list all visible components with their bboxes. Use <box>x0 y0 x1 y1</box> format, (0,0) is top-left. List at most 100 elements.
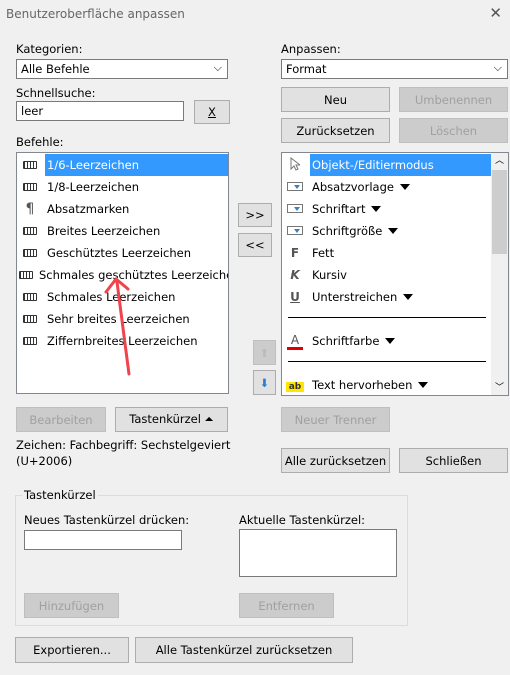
dropdown-arrow-icon <box>388 228 399 234</box>
command-label: 1/6-Leerzeichen <box>45 154 228 176</box>
commands-label: Befehle: <box>16 135 64 149</box>
search-input[interactable]: leer <box>16 101 184 121</box>
categories-value: Alle Befehle <box>21 62 90 76</box>
toolbar-item[interactable]: Schriftart <box>282 198 492 220</box>
new-separator-button[interactable]: Neuer Trenner <box>281 407 390 432</box>
close-button[interactable]: Schließen <box>399 448 508 473</box>
rename-button[interactable]: Umbenennen <box>399 87 508 112</box>
export-button[interactable]: Exportieren... <box>15 637 129 663</box>
command-label: Schmales Leerzeichen <box>47 290 176 304</box>
char-info-line1: Zeichen: Fachbegriff: Sechstelgeviert <box>16 438 231 452</box>
add-command-button[interactable]: >> <box>238 203 272 227</box>
keyboard-icon <box>19 312 41 326</box>
remove-command-button[interactable]: << <box>238 233 272 257</box>
reset-shortcuts-button[interactable]: Alle Tastenkürzel zurücksetzen <box>135 637 353 663</box>
underline-icon: U <box>290 290 300 304</box>
toolbar-item[interactable]: A Schriftfarbe <box>282 330 492 352</box>
categories-select[interactable]: Alle Befehle ⌵ <box>16 59 228 79</box>
move-up-button[interactable]: ⬆ <box>253 340 276 365</box>
command-item[interactable]: Sehr breites Leerzeichen <box>17 308 228 330</box>
toolbar-item-label: Kursiv <box>312 268 347 282</box>
toolbar-item[interactable]: ab Text hervorheben <box>282 374 492 395</box>
reset-button[interactable]: Zurücksetzen <box>281 118 390 143</box>
dropdown-box-icon <box>284 224 306 238</box>
toolbar-item[interactable]: K Kursiv <box>282 264 492 286</box>
dropdown-box-icon <box>284 180 306 194</box>
command-label: Ziffernbreites Leerzeichen <box>47 334 198 348</box>
reset-all-button[interactable]: Alle zurücksetzen <box>281 448 390 473</box>
dropdown-box-icon <box>284 202 306 216</box>
shortcuts-group-label: Tastenkürzel <box>22 488 98 502</box>
arrow-down-icon: ⬇ <box>259 375 270 390</box>
keyboard-icon <box>19 268 33 282</box>
new-button[interactable]: Neu <box>281 87 390 112</box>
toolbar-item-label: Absatzvorlage <box>312 180 394 194</box>
current-shortcuts-list[interactable] <box>239 529 397 577</box>
customize-value: Format <box>286 62 327 76</box>
dropdown-arrow-icon <box>399 184 410 190</box>
keyboard-icon <box>19 246 41 260</box>
scroll-down-icon[interactable]: ﹀ <box>495 380 504 393</box>
command-item[interactable]: Schmales Leerzeichen <box>17 286 228 308</box>
separator <box>288 361 486 362</box>
shortcut-button[interactable]: Tastenkürzel ⏶ <box>115 407 228 432</box>
delete-button[interactable]: Löschen <box>399 118 508 143</box>
cursor-icon <box>284 156 306 174</box>
dropdown-arrow-icon <box>403 294 414 300</box>
toolbar-item[interactable]: U Unterstreichen <box>282 286 492 308</box>
toolbar-item[interactable]: F Fett <box>282 242 492 264</box>
customize-label: Anpassen: <box>281 42 341 56</box>
scrollbar[interactable]: ︿ ﹀ <box>491 153 508 395</box>
new-shortcut-input[interactable] <box>24 530 182 550</box>
keyboard-icon <box>19 224 41 238</box>
toolbar-item-label: Text hervorheben <box>312 378 413 392</box>
command-label: 1/8-Leerzeichen <box>47 180 140 194</box>
command-item[interactable]: Geschütztes Leerzeichen <box>17 242 228 264</box>
toolbar-item[interactable]: Absatzvorlage <box>282 176 492 198</box>
customize-select[interactable]: Format ⌵ <box>281 59 508 79</box>
command-label: Sehr breites Leerzeichen <box>47 312 190 326</box>
toolbar-item[interactable]: Schriftgröße <box>282 220 492 242</box>
command-label: Breites Leerzeichen <box>47 224 161 238</box>
move-down-button[interactable]: ⬇ <box>253 370 276 395</box>
command-item[interactable]: 1/6-Leerzeichen <box>17 154 228 176</box>
scrollbar-thumb[interactable] <box>492 170 507 254</box>
keyboard-icon <box>19 290 41 304</box>
toolbar-items-list[interactable]: Objekt-/Editiermodus Absatzvorlage Schrift… <box>281 152 509 396</box>
command-item[interactable]: Schmales geschütztes Leerzeichen <box>17 264 228 286</box>
command-item[interactable]: 1/8-Leerzeichen <box>17 176 228 198</box>
toolbar-item-label: Schriftgröße <box>312 224 383 238</box>
clear-search-button[interactable]: X <box>194 100 230 124</box>
categories-label: Kategorien: <box>16 42 83 56</box>
toolbar-item[interactable]: Objekt-/Editiermodus <box>282 154 492 176</box>
command-label: Geschütztes Leerzeichen <box>47 246 192 260</box>
command-item[interactable]: Breites Leerzeichen <box>17 220 228 242</box>
window-title: Benutzeroberfläche anpassen <box>6 7 185 21</box>
scroll-up-icon[interactable]: ︿ <box>495 153 504 166</box>
toolbar-item-label: Schriftart <box>312 202 366 216</box>
remove-shortcut-button[interactable]: Entfernen <box>239 593 334 618</box>
highlight-icon: ab <box>284 378 306 392</box>
chevron-down-icon: ⌵ <box>213 61 222 74</box>
new-shortcut-label: Neues Tastenkürzel drücken: <box>24 513 190 527</box>
command-item[interactable]: Ziffernbreites Leerzeichen <box>17 330 228 352</box>
separator <box>288 317 486 318</box>
char-info-line2: (U+2006) <box>16 454 73 468</box>
italic-icon: K <box>290 268 300 282</box>
pilcrow-icon: ¶ <box>25 201 35 217</box>
command-label: Schmales geschütztes Leerzeichen <box>39 268 229 282</box>
command-item[interactable]: ¶ Absatzmarken <box>17 198 228 220</box>
toolbar-item-label: Objekt-/Editiermodus <box>310 154 492 176</box>
toolbar-item-label: Schriftfarbe <box>312 334 380 348</box>
close-icon[interactable]: ✕ <box>489 4 502 22</box>
toolbar-item-label: Unterstreichen <box>312 290 398 304</box>
search-label: Schnellsuche: <box>16 86 96 100</box>
bold-icon: F <box>290 246 300 260</box>
font-color-icon: A <box>284 333 306 350</box>
edit-button[interactable]: Bearbeiten <box>16 407 106 432</box>
commands-list[interactable]: 1/6-Leerzeichen 1/8-Leerzeichen ¶ Absatzmar… <box>16 152 229 394</box>
add-shortcut-button[interactable]: Hinzufügen <box>24 593 119 618</box>
dropdown-arrow-icon <box>385 338 396 344</box>
current-shortcuts-label: Aktuelle Tastenkürzel: <box>239 513 366 527</box>
chevron-down-icon: ⌵ <box>493 61 502 74</box>
